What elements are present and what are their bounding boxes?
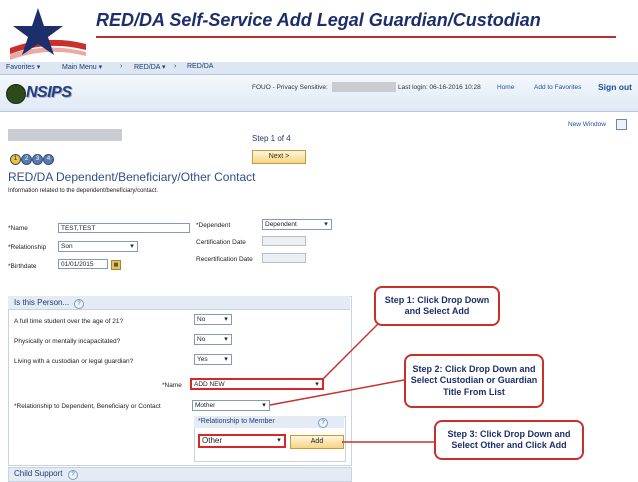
relationship-to-dependent-value: Mother (195, 402, 216, 409)
last-login: Last login: 06-16-2016 10:28 (398, 84, 481, 91)
name-field[interactable]: TEST,TEST (58, 223, 190, 233)
group-title: Is this Person... (14, 298, 70, 307)
living-with-select[interactable]: Yes ▾ (194, 354, 232, 365)
nsips-seal-icon (6, 84, 26, 104)
page-subtitle: Information related to the dependent/ben… (8, 188, 159, 194)
question-incapacitated: Physically or mentally incapacitated? (14, 338, 121, 345)
student-select[interactable]: No ▾ (194, 314, 232, 325)
recertification-date-label: Recertification Date (196, 256, 253, 263)
step-3-icon: 3 (32, 154, 43, 165)
redacted-block (8, 129, 122, 141)
incapacitated-value: No (197, 336, 206, 343)
title-underline (96, 36, 616, 38)
step-4-icon: 4 (43, 154, 54, 165)
chevron-down-icon: ▾ (130, 243, 134, 250)
next-button[interactable]: Next > (252, 150, 306, 164)
add-to-favorites-link[interactable]: Add to Favorites (534, 84, 581, 91)
navy-star-logo (10, 8, 86, 60)
name-label: *Name (8, 225, 28, 232)
breadcrumb-separator: › (174, 63, 177, 70)
callout-step-1: Step 1: Click Drop Down and Select Add (374, 286, 500, 326)
guardian-name-value: ADD NEW (194, 381, 225, 388)
redacted-block (332, 82, 396, 92)
relationship-to-member-select[interactable]: Other ▾ (198, 434, 286, 448)
nsips-logo: NSIPS (26, 84, 72, 101)
main-menu[interactable]: Main Menu ▾ (62, 63, 102, 71)
help-icon[interactable]: ? (318, 418, 328, 428)
callout-step-3: Step 3: Click Drop Down and Select Other… (434, 420, 584, 460)
relationship-to-member-title: *Relationship to Member (198, 418, 275, 425)
help-icon[interactable]: ? (68, 470, 78, 480)
step-2-icon: 2 (21, 154, 32, 165)
birthdate-field[interactable]: 01/01/2015 (58, 259, 108, 269)
dependent-select[interactable]: Dependent ▾ (262, 219, 332, 230)
fouo-label: FOUO - Privacy Sensitive: (252, 84, 328, 91)
help-icon[interactable]: ? (74, 299, 84, 309)
question-student: A full time student over the age of 21? (14, 318, 124, 325)
guardian-name-select[interactable]: ADD NEW ▾ (190, 378, 324, 390)
chevron-down-icon: ▾ (224, 356, 228, 363)
student-value: No (197, 316, 206, 323)
favorites-menu[interactable]: Favorites ▾ (6, 63, 40, 71)
slide-title: RED/DA Self-Service Add Legal Guardian/C… (96, 10, 541, 30)
chevron-down-icon: ▾ (224, 336, 228, 343)
question-living-with: Living with a custodian or legal guardia… (14, 358, 134, 365)
relationship-to-member-value: Other (202, 436, 223, 445)
relationship-select[interactable]: Son ▾ (58, 241, 138, 252)
guardian-name-label: *Name (162, 382, 182, 389)
page-title: RED/DA Dependent/Beneficiary/Other Conta… (8, 170, 256, 184)
relationship-to-dependent-select[interactable]: Mother ▾ (192, 400, 270, 411)
relationship-value: Son (61, 243, 73, 250)
incapacitated-select[interactable]: No ▾ (194, 334, 232, 345)
sign-out-link[interactable]: Sign out (598, 82, 632, 92)
chevron-down-icon: ▾ (315, 381, 319, 388)
recertification-date-field (262, 253, 306, 263)
breadcrumb-redda-menu[interactable]: RED/DA ▾ (134, 63, 166, 71)
new-window-link[interactable]: New Window (568, 121, 606, 128)
step-1-icon: 1 (10, 154, 21, 165)
add-button[interactable]: Add (290, 435, 344, 449)
relationship-label: *Relationship (8, 244, 47, 251)
chevron-down-icon: ▾ (224, 316, 228, 323)
certification-date-label: Certification Date (196, 239, 246, 246)
app-header (0, 75, 638, 112)
help-page-icon[interactable] (616, 119, 627, 130)
breadcrumb-separator: › (120, 63, 123, 70)
step-indicator: Step 1 of 4 (252, 134, 291, 143)
callout-step-2: Step 2: Click Drop Down and Select Custo… (404, 354, 544, 408)
calendar-icon[interactable]: ▦ (111, 260, 121, 270)
dependent-value: Dependent (265, 221, 297, 228)
home-link[interactable]: Home (497, 84, 514, 91)
child-support-title: Child Support (14, 469, 63, 478)
birthdate-label: *Birthdate (8, 263, 37, 270)
relationship-to-dependent-label: *Relationship to Dependent, Beneficiary … (14, 403, 161, 410)
breadcrumb-redda[interactable]: RED/DA (187, 63, 213, 70)
certification-date-field (262, 236, 306, 246)
chevron-down-icon: ▾ (262, 402, 266, 409)
dependent-label: *Dependent (196, 222, 231, 229)
chevron-down-icon: ▾ (277, 437, 281, 444)
living-with-value: Yes (197, 356, 208, 363)
chevron-down-icon: ▾ (324, 221, 328, 228)
